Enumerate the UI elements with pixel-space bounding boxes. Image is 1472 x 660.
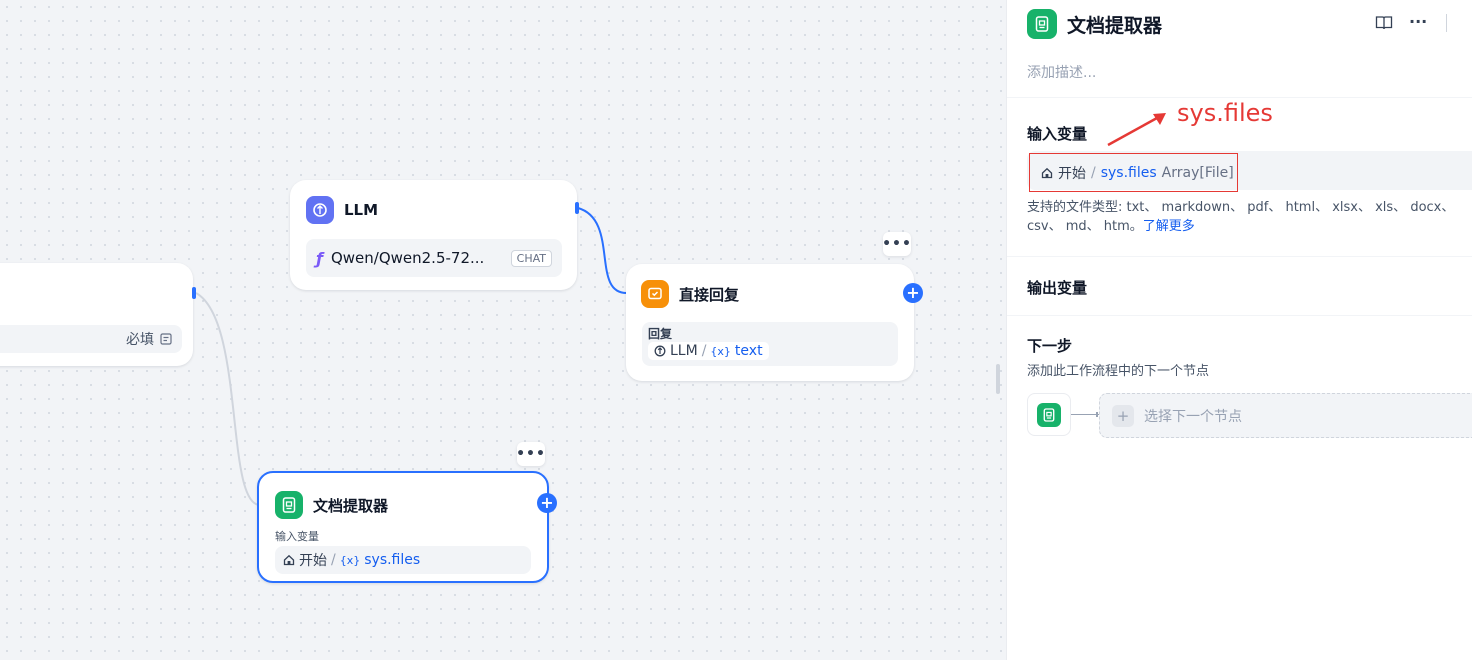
input-separator: / (1091, 164, 1096, 181)
reply-node-title: 直接回复 (679, 285, 740, 304)
node-config-panel: 文档提取器 ··· 添加描述... 输入变量 开始 / sys.files Ar… (1006, 0, 1472, 660)
reply-source-node: LLM (670, 343, 698, 359)
doc-more-button[interactable]: ••• (516, 442, 545, 466)
next-step-title: 下一步 (1027, 337, 1073, 355)
output-section-title[interactable]: 输出变量 (1027, 277, 1087, 298)
doc-extractor-icon (275, 491, 303, 519)
llm-output-handle[interactable] (575, 202, 579, 214)
annotation-label: sys.files (1177, 99, 1273, 127)
doc-field-label: 输入变量 (275, 530, 319, 543)
toolbar-divider (1446, 14, 1447, 32)
select-next-node-button[interactable]: + 选择下一个节点 (1099, 393, 1472, 438)
input-variable-type: Array[File] (1161, 164, 1234, 181)
next-step-subtitle: 添加此工作流程中的下一个节点 (1027, 364, 1210, 379)
panel-more-button[interactable]: ··· (1409, 12, 1427, 31)
next-connector-dot (1096, 412, 1098, 417)
doc-separator: / (331, 552, 336, 568)
doc-extractor-icon (1027, 9, 1057, 39)
current-node-icon-box (1027, 393, 1071, 436)
divider (1007, 315, 1472, 316)
reply-more-button[interactable]: ••• (882, 232, 911, 256)
llm-mode-badge: CHAT (510, 249, 552, 267)
learn-more-link[interactable]: 了解更多 (1143, 219, 1195, 234)
workflow-canvas[interactable]: 必填 LLM ƒ Qwen/Qwen2.5-72... CHAT ••• 直接回… (0, 0, 1006, 660)
home-icon (283, 554, 295, 566)
llm-small-icon (654, 345, 666, 357)
doc-variable-name: sys.files (364, 552, 421, 568)
required-label: 必填 (126, 332, 154, 348)
panel-title[interactable]: 文档提取器 (1067, 11, 1162, 38)
reply-field: 回复 LLM / {x} text (642, 322, 898, 366)
divider (1007, 97, 1472, 98)
reply-add-next-button[interactable]: + (903, 283, 923, 303)
doc-add-next-button[interactable]: + (537, 493, 557, 513)
select-next-node-label: 选择下一个节点 (1144, 408, 1242, 425)
reply-node[interactable]: 直接回复 回复 LLM / {x} text (626, 264, 914, 381)
reply-separator: / (701, 343, 707, 359)
doc-node-title: 文档提取器 (313, 496, 389, 515)
input-source-node: 开始 (1058, 165, 1086, 182)
edge-start-to-doc[interactable] (195, 292, 261, 506)
llm-node-title: LLM (344, 201, 379, 219)
doc-extractor-icon (1037, 402, 1061, 427)
panel-resize-handle[interactable] (996, 364, 1000, 394)
doc-extractor-node[interactable]: 文档提取器 输入变量 开始 / {x} sys.files (257, 471, 549, 583)
supported-types-text: 支持的文件类型: txt、 markdown、 pdf、 html、 xlsx、… (1027, 198, 1472, 236)
panel-header: 文档提取器 (1027, 9, 1162, 39)
llm-icon (306, 196, 334, 224)
doc-source-node: 开始 (299, 553, 327, 569)
input-section-title: 输入变量 (1027, 125, 1088, 143)
doc-variable-pill[interactable]: 开始 / {x} sys.files (275, 546, 531, 574)
variable-icon: {x} (339, 553, 361, 567)
document-icon (160, 333, 172, 345)
variable-icon: {x} (710, 344, 731, 358)
description-input[interactable]: 添加描述... (1027, 62, 1096, 82)
input-variable-name: sys.files (1100, 164, 1157, 181)
llm-node[interactable]: LLM ƒ Qwen/Qwen2.5-72... CHAT (290, 180, 577, 290)
reply-variable-name: text (734, 343, 763, 359)
home-icon (1041, 167, 1053, 178)
input-variable-highlight-box: 开始 / sys.files Array[File] (1029, 153, 1238, 192)
supported-types-line2: csv、 md、 htm。 (1027, 219, 1143, 234)
reply-icon (641, 280, 669, 308)
start-output-handle[interactable] (192, 287, 196, 299)
llm-model-name: Qwen/Qwen2.5-72... (330, 249, 485, 267)
reply-field-label: 回复 (648, 327, 673, 341)
start-node[interactable]: 必填 (0, 263, 193, 366)
llm-model-chip[interactable]: ƒ Qwen/Qwen2.5-72... CHAT (306, 239, 562, 277)
model-provider-icon: ƒ (316, 248, 323, 268)
reply-variable-pill[interactable]: LLM / {x} text (648, 342, 769, 360)
edge-llm-to-reply[interactable] (577, 207, 629, 295)
start-variable-chip: 必填 (0, 325, 182, 353)
next-connector-line (1071, 414, 1099, 415)
supported-types-line1: 支持的文件类型: txt、 markdown、 pdf、 html、 xlsx、… (1027, 200, 1455, 215)
plus-icon: + (1112, 404, 1134, 427)
annotation-arrow (1107, 113, 1166, 147)
book-icon[interactable] (1375, 15, 1393, 31)
divider (1007, 256, 1472, 257)
